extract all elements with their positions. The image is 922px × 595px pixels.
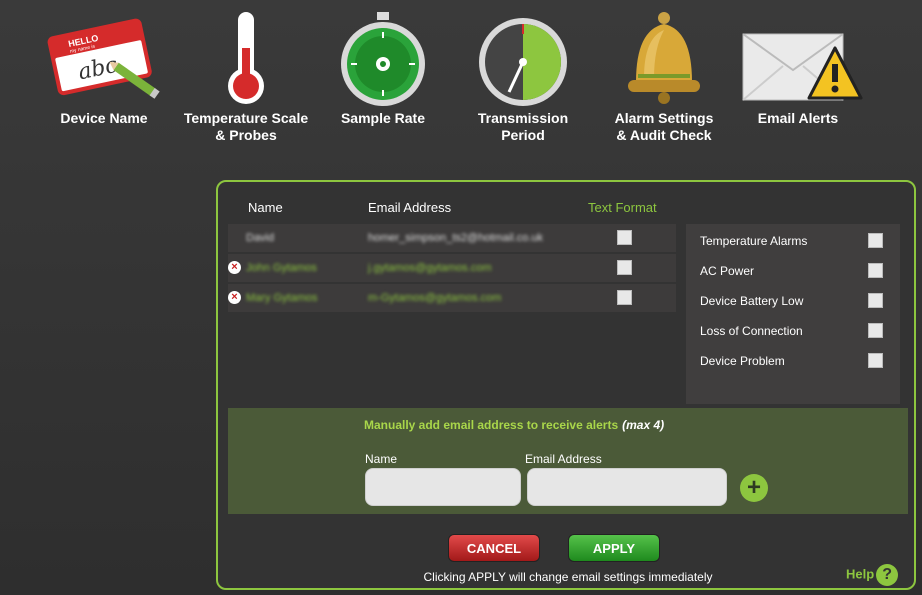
- clock-dial-icon: [453, 6, 593, 110]
- alert-type-checkbox[interactable]: [868, 293, 883, 308]
- alert-type-battery-low: Device Battery Low: [700, 293, 890, 308]
- table-row: David homer_simpson_ts2@hotmail.co.uk: [228, 224, 676, 252]
- nav-sample-rate[interactable]: Sample Rate: [313, 6, 453, 127]
- text-format-checkbox[interactable]: [617, 260, 632, 275]
- email-input[interactable]: [527, 468, 727, 506]
- thermometer-icon: [176, 6, 316, 110]
- nav-label: Email Alerts: [757, 110, 839, 126]
- header-text-format: Text Format: [588, 200, 657, 215]
- add-email-button[interactable]: +: [740, 474, 768, 502]
- header-email: Email Address: [368, 200, 452, 215]
- stopwatch-icon: [313, 6, 453, 110]
- delete-icon[interactable]: ×: [228, 261, 241, 274]
- nav-label: Sample Rate: [340, 110, 426, 126]
- alert-type-label: Device Problem: [700, 354, 785, 368]
- email-field-label: Email Address: [525, 452, 602, 466]
- envelope-warning-icon: [728, 6, 868, 110]
- delete-icon[interactable]: ×: [228, 291, 241, 304]
- recipient-email: homer_simpson_ts2@hotmail.co.uk: [368, 232, 544, 244]
- apply-notice: Clicking APPLY will change email setting…: [423, 570, 713, 584]
- name-input[interactable]: [365, 468, 521, 506]
- hello-name-tag-icon: HELLO my name is abc: [34, 6, 174, 110]
- add-email-title-text: Manually add email address to receive al…: [364, 418, 619, 432]
- alert-type-label: Temperature Alarms: [700, 234, 808, 248]
- recipient-email: m-Gytamos@gytamos.com: [368, 292, 502, 304]
- add-email-title: Manually add email address to receive al…: [364, 418, 664, 432]
- nav-temperature-scale[interactable]: Temperature Scale & Probes: [176, 6, 316, 144]
- alert-type-checkbox[interactable]: [868, 353, 883, 368]
- alert-type-temperature: Temperature Alarms: [700, 233, 890, 248]
- nav-device-name[interactable]: HELLO my name is abc Device Name: [34, 6, 174, 127]
- nav-alarm-settings[interactable]: Alarm Settings & Audit Check: [594, 6, 734, 144]
- header-name: Name: [248, 200, 283, 215]
- email-alerts-panel: Name Email Address Text Format David hom…: [216, 180, 916, 590]
- nav-label: Alarm Settings & Audit Check: [614, 110, 714, 143]
- help-label: Help: [846, 566, 875, 582]
- nav-label: Device Name: [60, 110, 148, 126]
- alert-type-label: Loss of Connection: [700, 324, 803, 338]
- nav-email-alerts[interactable]: Email Alerts: [728, 6, 868, 127]
- nav-transmission-period[interactable]: Transmission Period: [453, 6, 593, 144]
- name-field-label: Name: [365, 452, 398, 466]
- alert-type-device-problem: Device Problem: [700, 353, 890, 368]
- alert-type-loss-of-connection: Loss of Connection: [700, 323, 890, 338]
- recipient-name: David: [246, 232, 275, 244]
- recipient-list: David homer_simpson_ts2@hotmail.co.uk × …: [228, 224, 676, 314]
- add-email-box: Manually add email address to receive al…: [228, 408, 908, 514]
- nav-label: Transmission Period: [477, 110, 569, 143]
- bell-icon: [594, 6, 734, 110]
- recipient-name: John Gytamos: [246, 262, 317, 274]
- cancel-button[interactable]: CANCEL: [448, 534, 540, 562]
- alert-type-checkbox[interactable]: [868, 233, 883, 248]
- nav-label: Temperature Scale & Probes: [183, 110, 309, 143]
- recipient-name: Mary Gytamos: [246, 292, 318, 304]
- text-format-checkbox[interactable]: [617, 290, 632, 305]
- table-row: × Mary Gytamos m-Gytamos@gytamos.com: [228, 284, 676, 312]
- text-format-checkbox[interactable]: [617, 230, 632, 245]
- settings-nav: HELLO my name is abc Device Name Tempera…: [0, 0, 922, 160]
- alert-type-checkbox[interactable]: [868, 263, 883, 278]
- alert-type-label: Device Battery Low: [700, 294, 804, 308]
- table-row: × John Gytamos j.gytamos@gytamos.com: [228, 254, 676, 282]
- alert-types-box: Temperature Alarms AC Power Device Batte…: [686, 224, 900, 404]
- alert-type-checkbox[interactable]: [868, 323, 883, 338]
- recipient-email: j.gytamos@gytamos.com: [368, 262, 492, 274]
- alert-type-label: AC Power: [700, 264, 755, 278]
- help-icon: ?: [876, 564, 899, 586]
- apply-button[interactable]: APPLY: [568, 534, 660, 562]
- help-link[interactable]: Help?: [846, 564, 899, 586]
- max-note: (max 4): [622, 418, 665, 432]
- alert-type-ac-power: AC Power: [700, 263, 890, 278]
